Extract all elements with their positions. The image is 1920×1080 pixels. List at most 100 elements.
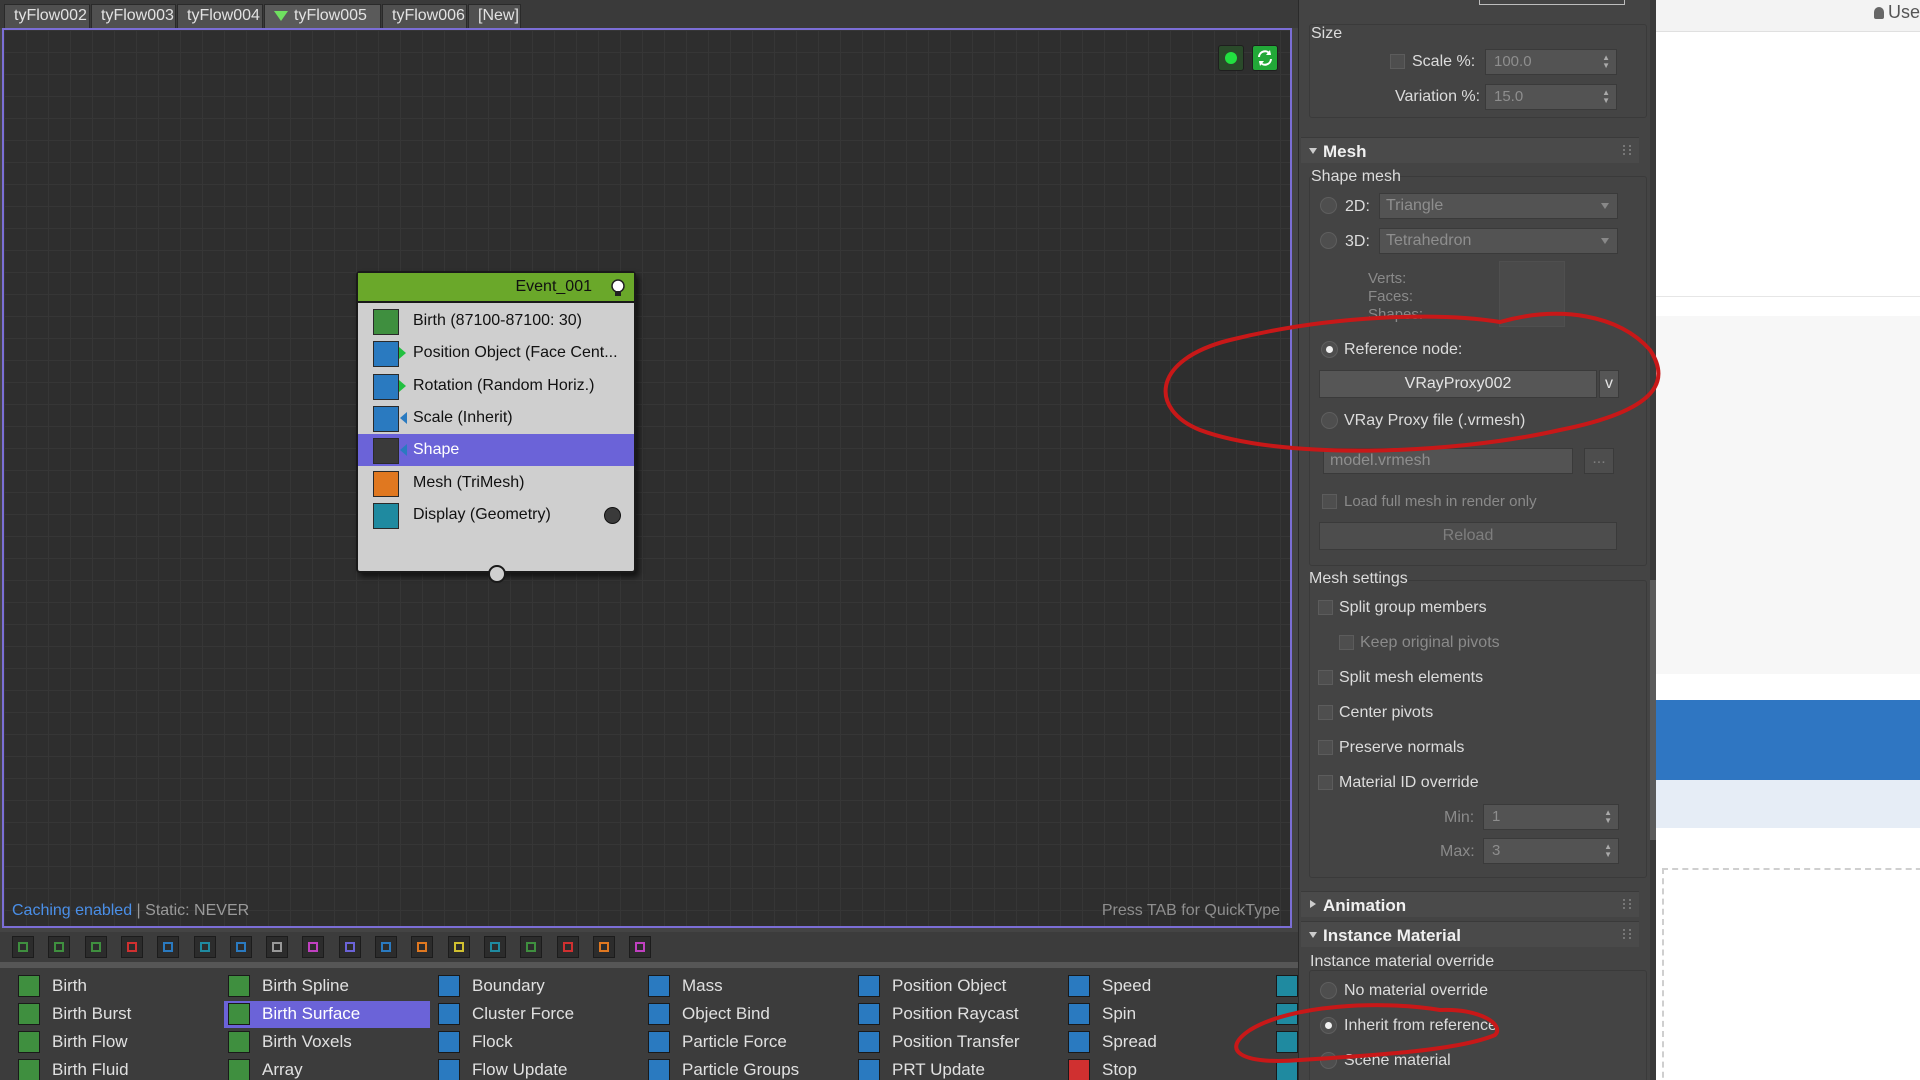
spinner-arrows-icon[interactable]: ▲ ▼ [1604, 809, 1612, 825]
palette-filter-button[interactable] [229, 936, 252, 958]
palette-operator-item[interactable]: Speed [1064, 973, 1270, 1000]
reload-button[interactable]: Reload [1319, 522, 1617, 550]
event-output-connector[interactable] [488, 565, 506, 583]
shape-2d-dropdown[interactable]: Triangle [1379, 193, 1618, 219]
center-pivots-checkbox[interactable] [1318, 705, 1333, 720]
operator-row[interactable]: Birth (87100-87100: 30) [358, 305, 634, 337]
mesh-rollout-header[interactable]: Mesh [1301, 137, 1639, 163]
palette-operator-item[interactable]: Birth Spline [224, 973, 430, 1000]
keep-pivots-checkbox[interactable] [1339, 635, 1354, 650]
drag-grip-icon[interactable] [1623, 929, 1631, 939]
palette-filter-button[interactable] [338, 936, 361, 958]
palette-filter-button[interactable] [48, 936, 71, 958]
reference-node-list-button[interactable]: v [1599, 370, 1619, 398]
palette-filter-button[interactable] [556, 936, 579, 958]
simulation-toggle-button[interactable] [1218, 45, 1244, 71]
instance-material-rollout-header[interactable]: Instance Material [1301, 921, 1639, 947]
operator-icon[interactable] [1276, 975, 1298, 997]
operator-row[interactable]: Rotation (Random Horiz.) [358, 370, 634, 402]
palette-operator-item[interactable]: Birth Burst [14, 1001, 220, 1028]
lightbulb-icon[interactable] [609, 278, 627, 298]
drag-grip-icon[interactable] [1623, 145, 1631, 155]
vrmesh-path-field[interactable]: model.vrmesh [1323, 448, 1573, 474]
palette-filter-button[interactable] [266, 936, 289, 958]
tab-new[interactable]: [New] [468, 4, 521, 28]
animation-rollout-header[interactable]: Animation [1301, 891, 1639, 917]
variation-spinner[interactable]: 15.0 ▲ ▼ [1485, 84, 1617, 110]
palette-filter-button[interactable] [157, 936, 180, 958]
reference-node-picker[interactable]: VRayProxy002 [1319, 370, 1597, 398]
operator-row[interactable]: Scale (Inherit) [358, 402, 634, 434]
palette-filter-button[interactable] [592, 936, 615, 958]
palette-operator-item[interactable]: PRT Update [854, 1057, 1060, 1080]
preserve-normals-checkbox[interactable] [1318, 740, 1333, 755]
palette-filter-button[interactable] [193, 936, 216, 958]
caching-enabled-link[interactable]: Caching enabled [12, 902, 132, 919]
max-spinner[interactable]: 3 ▲ ▼ [1483, 838, 1619, 864]
palette-operator-item[interactable]: Stop [1064, 1057, 1270, 1080]
palette-filter-button[interactable] [447, 936, 470, 958]
radio-inherit-reference[interactable] [1320, 1017, 1337, 1034]
top-field-fragment[interactable] [1479, 0, 1625, 5]
radio-vray-proxy[interactable] [1321, 412, 1338, 429]
palette-operator-item[interactable]: Spread [1064, 1029, 1270, 1056]
display-toggle-dot[interactable] [604, 506, 621, 524]
palette-filter-button[interactable] [12, 936, 34, 958]
palette-operator-item[interactable]: Spin [1064, 1001, 1270, 1028]
tab-tyflow003[interactable]: tyFlow003 [91, 4, 176, 28]
palette-operator-item[interactable]: Particle Force [644, 1029, 850, 1056]
flow-graph-canvas[interactable]: Event_001 Birth (87100-87100: 30) Positio… [2, 28, 1292, 928]
palette-operator-item[interactable]: Birth Surface [224, 1001, 430, 1028]
browse-button[interactable]: ... [1584, 448, 1614, 474]
palette-operator-item[interactable]: Boundary [434, 973, 640, 1000]
palette-operator-item[interactable]: Birth Flow [14, 1029, 220, 1056]
shape-3d-dropdown[interactable]: Tetrahedron [1379, 228, 1618, 254]
operator-row[interactable]: Mesh (TriMesh) [358, 467, 634, 499]
radio-3d[interactable] [1320, 232, 1337, 249]
tab-tyflow002[interactable]: tyFlow002 [4, 4, 90, 28]
spinner-arrows-icon[interactable]: ▲ ▼ [1602, 89, 1610, 105]
palette-operator-item[interactable]: Position Raycast [854, 1001, 1060, 1028]
palette-operator-item[interactable]: Flock [434, 1029, 640, 1056]
radio-reference-node[interactable] [1321, 341, 1338, 358]
palette-operator-item[interactable]: Position Transfer [854, 1029, 1060, 1056]
palette-filter-button[interactable] [302, 936, 325, 958]
radio-scene-material[interactable] [1320, 1052, 1337, 1069]
event-node[interactable]: Event_001 Birth (87100-87100: 30) Positio… [356, 271, 636, 583]
radio-no-material[interactable] [1320, 982, 1337, 999]
scale-checkbox[interactable] [1390, 54, 1405, 69]
refresh-button[interactable] [1252, 45, 1278, 71]
palette-operator-item[interactable]: Array [224, 1057, 430, 1080]
palette-filter-button[interactable] [375, 936, 397, 958]
drag-grip-icon[interactable] [1623, 899, 1631, 909]
palette-operator-item[interactable]: Mass [644, 973, 850, 1000]
user-menu[interactable]: Use [1873, 2, 1920, 23]
event-header[interactable]: Event_001 [358, 273, 634, 303]
operator-row[interactable]: Display (Geometry) [358, 499, 634, 531]
radio-2d[interactable] [1320, 197, 1337, 214]
palette-filter-button[interactable] [411, 936, 434, 958]
tab-tyflow005[interactable]: tyFlow005 [264, 4, 381, 28]
load-full-mesh-checkbox[interactable] [1322, 494, 1337, 509]
palette-operator-item[interactable]: Particle Groups [644, 1057, 850, 1080]
spinner-arrows-icon[interactable]: ▲ ▼ [1604, 843, 1612, 859]
split-elements-checkbox[interactable] [1318, 670, 1333, 685]
palette-operator-item[interactable]: Flow Update [434, 1057, 640, 1080]
operator-icon[interactable] [1276, 1031, 1298, 1053]
light-row[interactable] [1656, 780, 1920, 828]
palette-operator-item[interactable]: Birth [14, 973, 220, 1000]
palette-filter-button[interactable] [629, 936, 652, 958]
palette-operator-item[interactable]: Position Object [854, 973, 1060, 1000]
tab-tyflow006[interactable]: tyFlow006 [382, 4, 467, 28]
drop-zone[interactable] [1662, 868, 1920, 1080]
spinner-arrows-icon[interactable]: ▲ ▼ [1602, 54, 1610, 70]
palette-operator-item[interactable]: Cluster Force [434, 1001, 640, 1028]
tab-tyflow004[interactable]: tyFlow004 [177, 4, 263, 28]
operator-icon[interactable] [1276, 1059, 1298, 1080]
palette-filter-button[interactable] [483, 936, 506, 958]
split-group-checkbox[interactable] [1318, 600, 1333, 615]
palette-operator-item[interactable]: Birth Voxels [224, 1029, 430, 1056]
palette-operator-item[interactable]: Birth Fluid [14, 1057, 220, 1080]
palette-filter-button[interactable] [120, 936, 143, 958]
matid-override-checkbox[interactable] [1318, 775, 1333, 790]
